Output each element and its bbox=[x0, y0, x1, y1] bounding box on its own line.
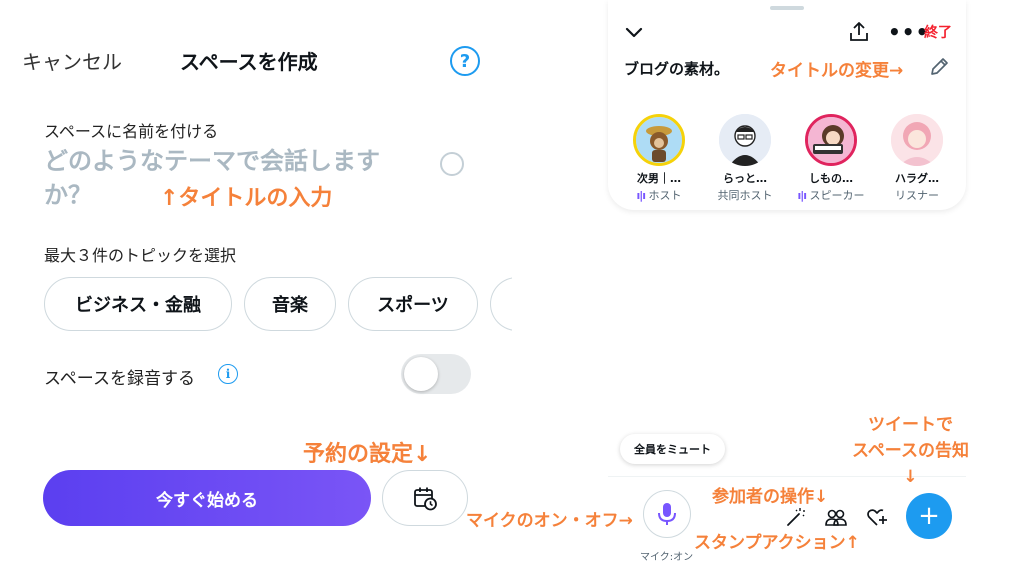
participant-speaker[interactable]: しもの… ı|ı スピーカー bbox=[796, 114, 866, 203]
avatar bbox=[805, 114, 857, 166]
toggle-knob bbox=[404, 357, 438, 391]
participant-name: しもの… bbox=[809, 172, 853, 185]
speaking-indicator-icon: ı|ı bbox=[797, 189, 807, 202]
annotation-tweet: ツイートで スペースの告知 ↓ bbox=[852, 415, 969, 487]
cancel-button[interactable]: キャンセル bbox=[22, 46, 122, 75]
grab-handle[interactable] bbox=[770, 6, 804, 10]
speaking-indicator-icon: ı|ı bbox=[636, 189, 646, 202]
topic-chip-business[interactable]: ビジネス・金融 bbox=[44, 277, 232, 331]
topic-chip-row: ビジネス・金融 音楽 スポーツ bbox=[0, 270, 512, 340]
topic-chip-more[interactable] bbox=[490, 277, 512, 331]
participant-role: ı|ı ホスト bbox=[636, 189, 682, 202]
annotation-stamp-action: スタンプアクション↑ bbox=[694, 533, 860, 553]
avatar bbox=[891, 114, 943, 166]
page-title: スペースを作成 bbox=[180, 50, 318, 74]
annotation-title-input: ↑タイトルの入力 bbox=[160, 186, 333, 211]
mute-all-button[interactable]: 全員をミュート bbox=[620, 434, 725, 464]
topic-chip-sports[interactable]: スポーツ bbox=[348, 277, 478, 331]
annotation-participant-ops: 参加者の操作↓ bbox=[712, 487, 829, 507]
participant-host[interactable]: 次男｜… ı|ı ホスト bbox=[624, 114, 694, 203]
calendar-clock-icon bbox=[414, 487, 437, 511]
record-toggle[interactable] bbox=[401, 354, 471, 394]
participant-role: リスナー bbox=[895, 189, 939, 202]
start-now-button[interactable]: 今すぐ始める bbox=[43, 470, 371, 526]
avatar bbox=[633, 114, 685, 166]
annotation-title-change: タイトルの変更→ bbox=[770, 61, 904, 81]
space-name-label: スペースに名前を付ける bbox=[44, 122, 219, 141]
character-count-circle bbox=[440, 152, 464, 176]
participant-role: 共同ホスト bbox=[717, 189, 773, 202]
participant-name: ハラグ… bbox=[895, 172, 939, 185]
mic-button[interactable] bbox=[643, 490, 691, 538]
participant-cohost[interactable]: らっと… 共同ホスト bbox=[710, 114, 780, 203]
annotation-schedule: 予約の設定↓ bbox=[303, 442, 432, 467]
record-space-label: スペースを録音する bbox=[44, 369, 195, 389]
schedule-button[interactable] bbox=[382, 470, 468, 526]
avatar bbox=[719, 114, 771, 166]
pencil-icon[interactable] bbox=[928, 56, 950, 78]
end-space-button[interactable]: 終了 bbox=[924, 22, 952, 42]
heart-plus-icon[interactable] bbox=[866, 506, 888, 528]
participant-listener[interactable]: ハラグ… リスナー bbox=[882, 114, 952, 203]
annotation-mic-toggle: マイクのオン・オフ→ bbox=[466, 511, 633, 531]
compose-tweet-button[interactable]: + bbox=[906, 493, 952, 539]
participant-name: らっと… bbox=[723, 172, 767, 185]
participant-name: 次男｜… bbox=[637, 172, 681, 185]
share-icon[interactable] bbox=[848, 20, 870, 42]
participant-role: ı|ı スピーカー bbox=[797, 189, 865, 202]
topic-select-label: 最大３件のトピックを選択 bbox=[44, 246, 237, 265]
mic-icon bbox=[658, 503, 676, 525]
chevron-down-icon[interactable] bbox=[624, 22, 644, 42]
space-title: ブログの素材。 bbox=[624, 60, 730, 78]
magic-wand-icon[interactable] bbox=[784, 506, 806, 528]
people-icon[interactable] bbox=[824, 506, 848, 528]
topic-chip-music[interactable]: 音楽 bbox=[244, 277, 336, 331]
help-icon[interactable]: ? bbox=[450, 46, 480, 76]
mic-status-label: マイク:オン bbox=[640, 552, 694, 563]
info-icon[interactable]: i bbox=[218, 364, 238, 384]
